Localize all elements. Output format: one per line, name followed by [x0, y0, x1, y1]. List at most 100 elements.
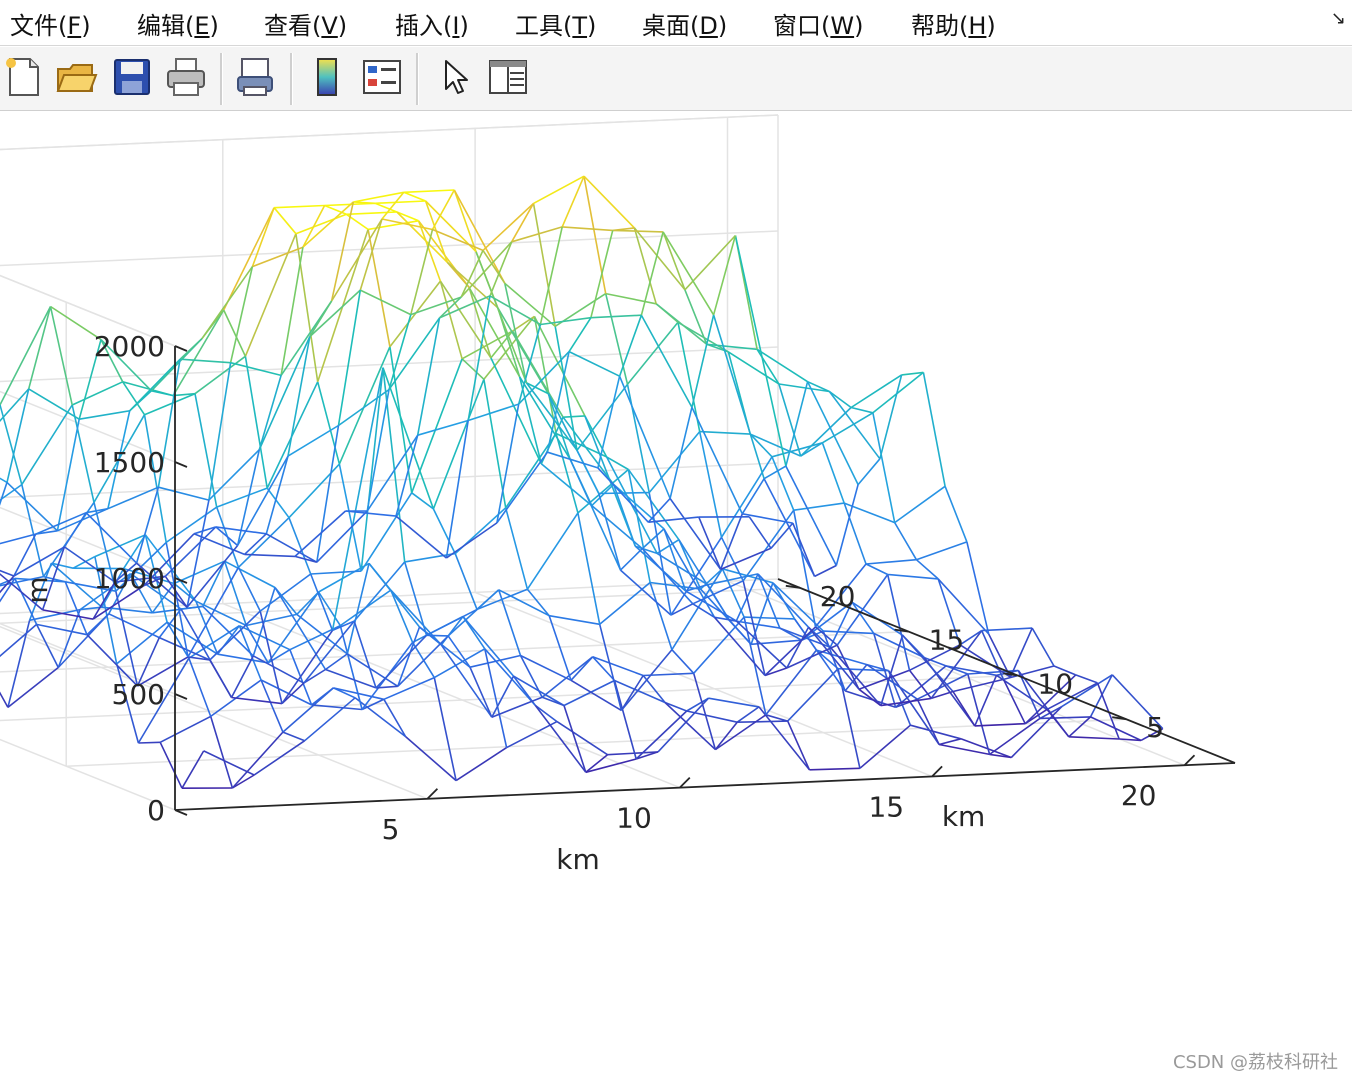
pointer-arrow-icon[interactable]: [434, 55, 478, 99]
menu-desktop[interactable]: 桌面(D): [642, 6, 727, 41]
mesh-edge: [489, 241, 513, 297]
mesh-edge: [353, 620, 377, 689]
mesh-edge: [894, 485, 946, 524]
mesh-edge: [857, 458, 881, 486]
mesh-edge: [309, 573, 334, 631]
mesh-edge: [324, 204, 347, 216]
mesh-edge: [748, 516, 772, 549]
figure-canvas[interactable]: 0 500 1000 1500 2000 5 10 15 20 5 10 15 20 m km km CSDN…: [0, 112, 1352, 1082]
save-disk-icon[interactable]: [110, 55, 154, 99]
mesh-edge: [786, 644, 838, 669]
mesh-edge: [294, 510, 347, 557]
y-axis-label: km: [942, 800, 986, 833]
legend-icon[interactable]: [360, 55, 404, 99]
menu-edit[interactable]: 编辑(E): [137, 6, 219, 41]
mesh-edge: [410, 229, 434, 315]
mesh-edge: [151, 390, 174, 397]
menu-tools[interactable]: 工具(T): [515, 6, 596, 41]
mesh-edge: [691, 406, 744, 515]
menu-insert[interactable]: 插入(I): [395, 6, 469, 41]
x-axis-label: km: [556, 843, 600, 876]
mesh-edge: [570, 656, 594, 681]
mesh-edge: [619, 548, 643, 571]
menu-window[interactable]: 窗口(W): [773, 6, 863, 41]
mesh-edge: [823, 630, 874, 635]
mesh-edge: [260, 679, 284, 733]
mesh-edge: [244, 356, 268, 489]
mesh-edge: [287, 336, 311, 457]
mesh-edge: [27, 306, 52, 390]
mesh-edge: [311, 687, 334, 706]
mesh-edge: [71, 404, 95, 503]
colorbar-icon[interactable]: [306, 55, 350, 99]
mesh-edge: [0, 569, 15, 577]
mesh-edge: [209, 659, 233, 698]
mesh-edge: [383, 698, 407, 738]
mesh-edge: [302, 201, 354, 248]
gridline: [66, 718, 1127, 767]
box-edge: [0, 274, 176, 347]
mesh-edge: [720, 456, 773, 538]
mesh-edge: [618, 314, 643, 377]
mesh-edge: [496, 451, 549, 524]
y-tick-label: 5: [1146, 711, 1164, 744]
mesh-edge: [467, 295, 491, 421]
mesh-edge: [966, 541, 990, 635]
menu-file[interactable]: 文件(F): [10, 6, 91, 41]
menu-view[interactable]: 查看(V): [264, 6, 347, 41]
mesh-edge: [56, 419, 80, 531]
mesh-edge: [814, 564, 837, 578]
mesh-edge: [526, 512, 579, 590]
mesh-edge: [159, 741, 183, 789]
print-icon[interactable]: [164, 55, 208, 99]
mesh-edge: [648, 492, 672, 616]
mesh-edge: [627, 469, 651, 583]
mesh-edge: [872, 412, 896, 523]
mesh-edge: [669, 407, 693, 499]
mesh-edge: [1096, 682, 1120, 740]
mesh-edge: [252, 246, 304, 268]
mesh-edge: [144, 392, 196, 416]
mesh-edge: [216, 487, 268, 508]
box-edge: [0, 114, 779, 151]
mesh-edge: [786, 720, 811, 771]
mesh-edge: [576, 383, 629, 451]
mesh-edge: [296, 591, 320, 615]
mesh-edge: [736, 706, 760, 723]
mesh-edge: [0, 477, 8, 484]
mesh-edge: [1075, 674, 1098, 684]
mesh-edge: [712, 314, 765, 479]
mesh-edge: [454, 553, 478, 610]
open-folder-icon[interactable]: [54, 55, 98, 99]
mesh-edge: [159, 715, 212, 744]
mesh-edge: [431, 189, 456, 230]
mesh-edge: [756, 348, 780, 385]
x-tick-label: 5: [382, 813, 400, 846]
print-preview-icon[interactable]: [234, 55, 278, 99]
menu-help[interactable]: 帮助(H): [911, 6, 996, 41]
mesh-edge: [186, 499, 210, 608]
mesh-edge: [469, 654, 521, 668]
mesh-edge: [375, 200, 426, 205]
mesh-edge: [635, 710, 688, 760]
property-inspector-icon[interactable]: [486, 55, 530, 99]
toolbar-separator: [416, 53, 419, 105]
dock-arrow-icon[interactable]: ↘: [1331, 8, 1346, 29]
mesh-edge: [894, 522, 918, 561]
mesh-edge: [887, 573, 939, 580]
mesh-edge: [563, 415, 585, 418]
mesh-edge: [663, 528, 716, 618]
x-tick-label: 20: [1121, 779, 1157, 812]
mesh-edge: [461, 358, 485, 380]
mesh-edge: [426, 634, 449, 637]
mesh-edge: [417, 419, 469, 436]
new-file-icon[interactable]: [2, 55, 46, 99]
mesh-edge: [693, 616, 745, 674]
mesh-edge: [489, 295, 541, 326]
mesh-edge: [338, 346, 391, 465]
mesh-edge: [57, 609, 81, 668]
mesh-edge: [86, 613, 110, 636]
mesh-edge: [1002, 679, 1026, 725]
mesh-edge: [952, 691, 976, 727]
mesh-edge: [388, 314, 412, 390]
